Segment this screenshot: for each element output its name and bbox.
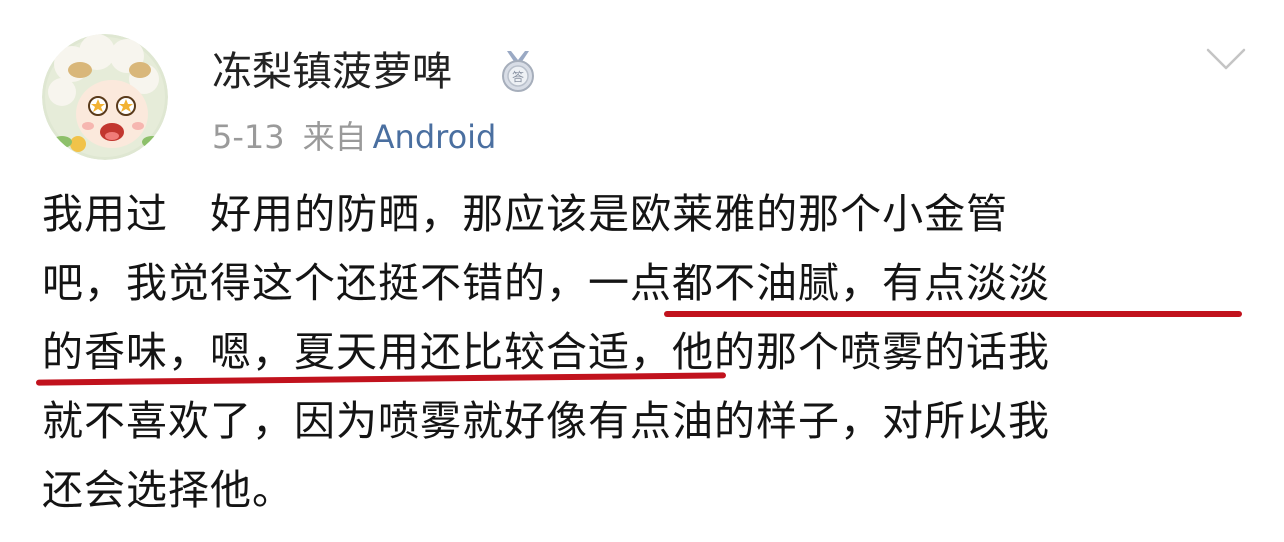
chevron-down-icon[interactable] xyxy=(1204,44,1248,74)
avatar[interactable] xyxy=(42,34,168,160)
weibo-post-card: 冻梨镇菠萝啤 答 5-13 来自 Android 我用过 好用的防晒，那应该是欧莱雅… xyxy=(0,0,1284,542)
post-line-1: 我用过 好用的防晒，那应该是欧莱雅的那个小金管 xyxy=(42,190,1009,238)
source-prefix: 来自 xyxy=(302,118,367,156)
post-body-text: 我用过 好用的防晒，那应该是欧莱雅的那个小金管 吧，我觉得这个还挺不错的，一点都… xyxy=(42,180,1242,525)
svg-text:答: 答 xyxy=(512,69,524,84)
post-date: 5-13 xyxy=(212,118,285,156)
post-meta: 5-13 来自 Android xyxy=(212,115,496,159)
post-line-4: 就不喜欢了，因为喷雾就好像有点油的样子，对所以我 xyxy=(42,397,1050,445)
post-line-2: 吧，我觉得这个还挺不错的，一点都不油腻，有点淡淡 xyxy=(42,259,1050,307)
medal-badge-icon[interactable]: 答 xyxy=(499,51,537,93)
highlight-underline-1 xyxy=(664,311,1242,317)
post-line-5: 还会选择他。 xyxy=(42,466,294,514)
username[interactable]: 冻梨镇菠萝啤 xyxy=(212,42,452,102)
source-link[interactable]: Android xyxy=(373,118,497,156)
sheep-avatar-icon xyxy=(42,34,168,160)
